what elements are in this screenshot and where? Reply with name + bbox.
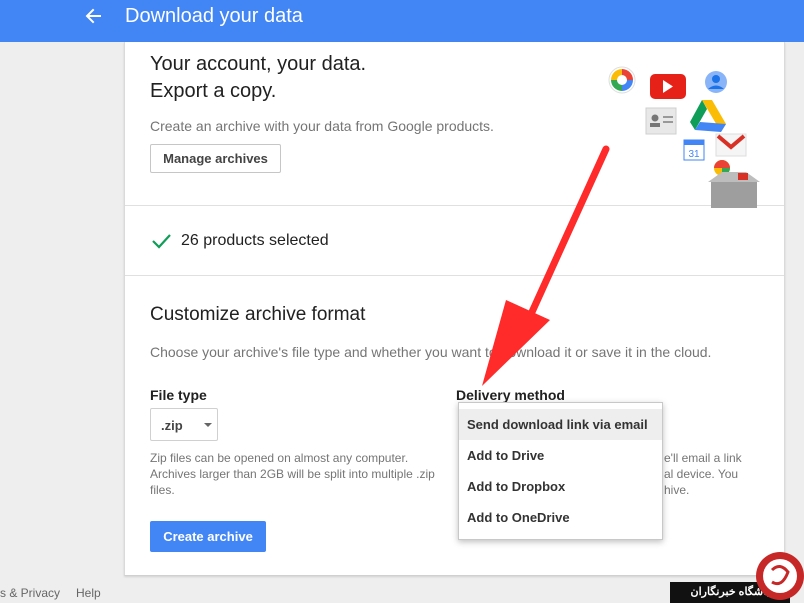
delivery-option-drive[interactable]: Add to Drive	[459, 440, 662, 471]
delivery-option-email[interactable]: Send download link via email	[459, 409, 662, 440]
delivery-method-label: Delivery method	[456, 387, 565, 403]
drive-icon	[690, 100, 726, 132]
create-archive-button[interactable]: Create archive	[150, 521, 266, 552]
watermark-logo-icon	[756, 552, 804, 600]
hero-title: Your account, your data. Export a copy.	[150, 53, 367, 102]
file-type-help: Zip files can be opened on almost any co…	[150, 451, 435, 497]
check-icon	[152, 234, 171, 249]
profile-icon	[705, 71, 727, 93]
arrow-back-icon	[85, 8, 101, 24]
chevron-down-icon	[204, 423, 212, 427]
footer-privacy-link[interactable]: s & Privacy	[0, 586, 60, 600]
delivery-option-onedrive[interactable]: Add to OneDrive	[459, 502, 662, 533]
divider	[125, 275, 784, 276]
file-type-value: .zip	[161, 418, 183, 433]
delivery-help: e'll email a link al device. You hive.	[664, 451, 742, 497]
archive-box-icon	[708, 172, 760, 208]
photos-icon	[608, 66, 636, 94]
delivery-method-dropdown[interactable]: Send download link via email Add to Driv…	[458, 402, 663, 540]
gmail-icon	[715, 133, 747, 157]
back-button[interactable]	[80, 2, 108, 30]
calendar-icon: 31	[683, 139, 705, 161]
hero-description: Create an archive with your data from Go…	[150, 118, 494, 134]
products-selected-text[interactable]: 26 products selected	[181, 232, 329, 250]
watermark: باشگاه خبرنگاران	[670, 548, 804, 603]
section-title: Customize archive format	[150, 304, 366, 325]
file-type-label: File type	[150, 387, 207, 403]
delivery-option-dropbox[interactable]: Add to Dropbox	[459, 471, 662, 502]
page-title: Download your data	[125, 5, 303, 27]
manage-archives-button[interactable]: Manage archives	[150, 144, 281, 173]
contacts-icon	[645, 107, 677, 135]
app-header: Download your data	[0, 0, 804, 42]
footer-help-link[interactable]: Help	[76, 586, 101, 600]
section-description: Choose your archive's file type and whet…	[150, 344, 712, 360]
product-icons-illustration: 31	[608, 66, 760, 208]
youtube-icon	[650, 74, 686, 99]
svg-text:31: 31	[688, 149, 700, 160]
file-type-select[interactable]: .zip	[150, 408, 218, 441]
